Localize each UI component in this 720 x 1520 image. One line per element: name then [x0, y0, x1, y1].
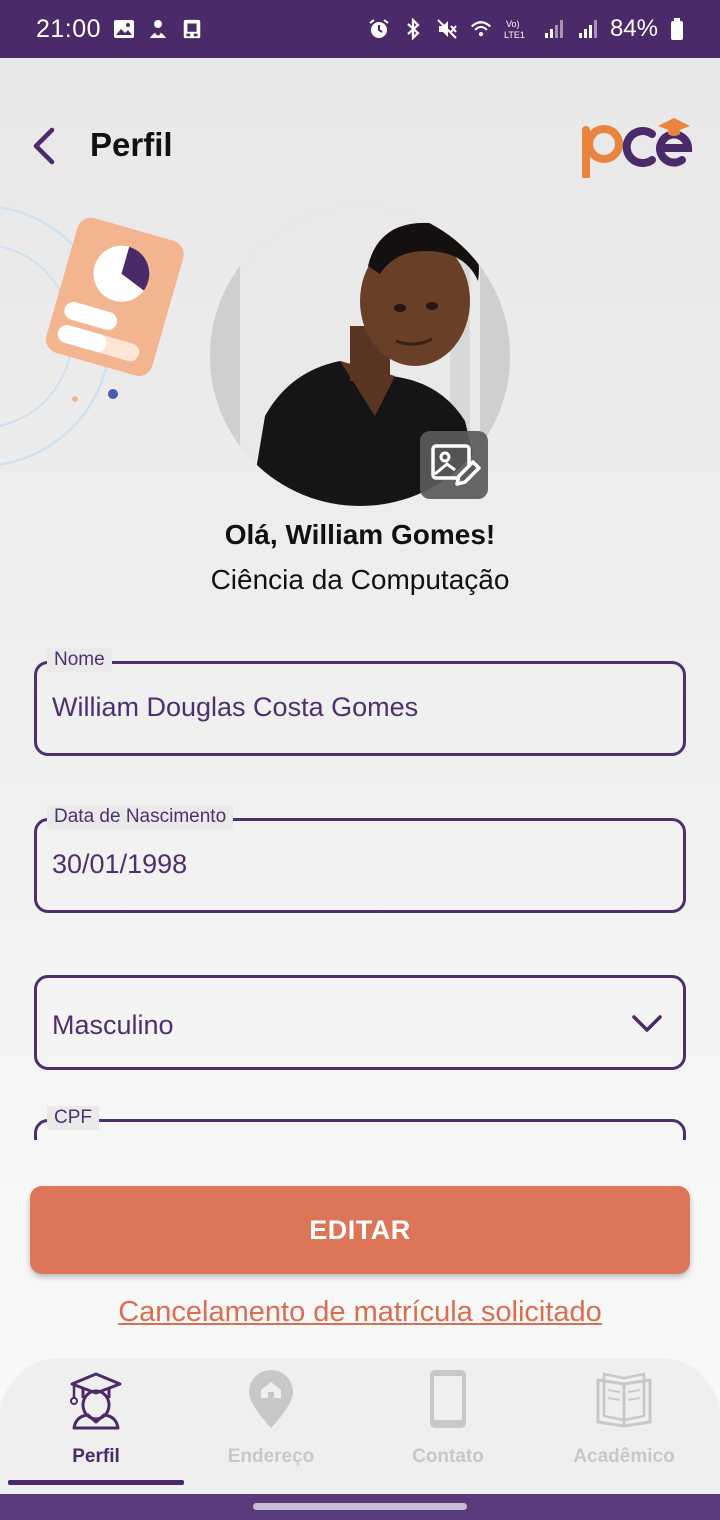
battery-percent: 84%: [609, 15, 658, 42]
status-left: 21:00: [36, 15, 203, 44]
name-field[interactable]: Nome: [34, 648, 686, 756]
graduate-icon: [70, 1372, 122, 1430]
signal-2-icon: [576, 18, 598, 40]
name-label: Nome: [47, 648, 112, 672]
status-bar: 21:00 Vo) LTE1 84%: [0, 0, 720, 58]
signal-1-icon: [542, 18, 564, 40]
location-pin-icon: [249, 1370, 293, 1428]
edit-image-icon: [431, 444, 481, 486]
bottom-navigation: Perfil Endereço Contato Acadêmico: [0, 1358, 720, 1494]
mute-icon: [436, 18, 458, 40]
nav-item-endereco[interactable]: Endereço: [183, 1358, 359, 1488]
scroll-clip: CPF: [0, 1100, 720, 1140]
enrollment-cancellation-link[interactable]: Cancelamento de matrícula solicitado: [0, 1296, 720, 1329]
decorative-illustration: [0, 196, 200, 496]
nav-label: Perfil: [72, 1446, 120, 1467]
birthdate-input[interactable]: [52, 849, 652, 880]
nav-item-academico[interactable]: Acadêmico: [536, 1358, 712, 1488]
app-header: Perfil: [0, 100, 720, 192]
course-name: Ciência da Computação: [210, 564, 510, 595]
alarm-icon: [368, 18, 390, 40]
birthdate-field[interactable]: Data de Nascimento: [34, 805, 686, 913]
lte-icon: Vo) LTE1: [504, 18, 530, 40]
page-title: Perfil: [90, 126, 173, 163]
status-right: Vo) LTE1 84%: [368, 15, 684, 43]
nav-label: Acadêmico: [573, 1446, 675, 1467]
name-input[interactable]: [52, 692, 652, 723]
bluetooth-icon: [402, 18, 424, 40]
cpf-label: CPF: [47, 1106, 99, 1130]
wifi-icon: [470, 18, 492, 40]
birthdate-label: Data de Nascimento: [47, 805, 234, 829]
gender-select[interactable]: Masculino: [34, 975, 686, 1070]
svg-text:Vo): Vo): [506, 19, 520, 29]
pce-logo: [578, 114, 694, 180]
nav-item-perfil[interactable]: Perfil: [8, 1358, 184, 1488]
nav-label: Contato: [412, 1446, 484, 1467]
phone-icon: [430, 1370, 466, 1428]
nav-label: Endereço: [227, 1446, 315, 1467]
app-notification-icon: [147, 18, 169, 40]
cpf-field[interactable]: CPF: [34, 1106, 686, 1140]
active-tab-indicator: [8, 1480, 184, 1485]
chevron-left-icon: [33, 127, 55, 165]
home-handle[interactable]: [253, 1503, 467, 1510]
edit-button[interactable]: EDITAR: [30, 1186, 690, 1274]
gallery-icon: [113, 18, 135, 40]
svg-text:LTE1: LTE1: [504, 30, 525, 40]
edit-photo-button[interactable]: [420, 431, 488, 499]
status-time: 21:00: [36, 14, 102, 43]
gender-value: Masculino: [52, 1010, 174, 1040]
back-button[interactable]: [24, 124, 64, 168]
book-icon: [596, 1372, 652, 1428]
system-gesture-bar: [0, 1494, 720, 1520]
sim-notification-icon: [181, 18, 203, 40]
nav-item-contato[interactable]: Contato: [360, 1358, 536, 1488]
battery-icon: [670, 18, 684, 40]
chevron-down-icon: [632, 1015, 662, 1032]
greeting: Olá, William Gomes!: [224, 519, 496, 550]
